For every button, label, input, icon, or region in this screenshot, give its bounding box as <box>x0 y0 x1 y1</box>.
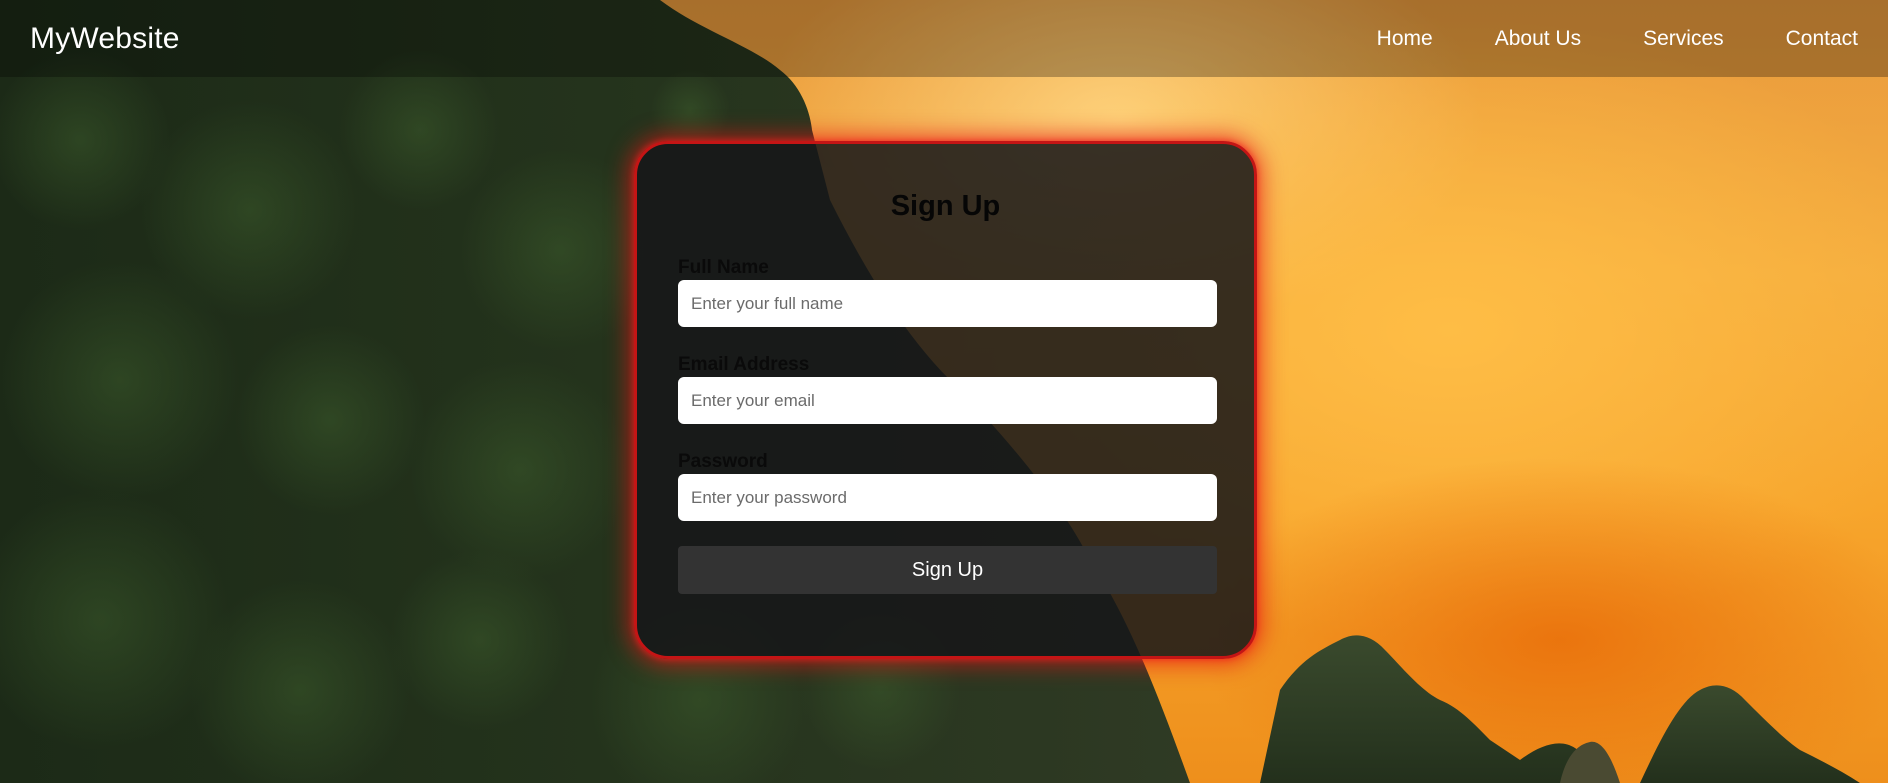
password-field-group: Password <box>678 450 1217 521</box>
password-input[interactable] <box>678 474 1217 521</box>
email-input[interactable] <box>678 377 1217 424</box>
signup-submit-button[interactable]: Sign Up <box>678 546 1217 594</box>
site-logo[interactable]: MyWebsite <box>30 22 180 56</box>
nav-link-home[interactable]: Home <box>1377 27 1433 51</box>
top-navigation-bar: MyWebsite Home About Us Services Contact <box>0 0 1888 77</box>
full-name-input[interactable] <box>678 280 1217 327</box>
full-name-label: Full Name <box>678 257 769 278</box>
password-label: Password <box>678 451 768 472</box>
nav-links: Home About Us Services Contact <box>1315 27 1858 51</box>
signup-title: Sign Up <box>890 190 1001 222</box>
full-name-field-group: Full Name <box>678 256 1217 327</box>
email-field-group: Email Address <box>678 353 1217 424</box>
signup-form-card: Sign Up Full Name Email Address Password… <box>634 141 1257 659</box>
nav-link-services[interactable]: Services <box>1643 27 1724 51</box>
email-label: Email Address <box>678 354 810 375</box>
nav-link-about-us[interactable]: About Us <box>1495 27 1581 51</box>
nav-link-contact[interactable]: Contact <box>1786 27 1858 51</box>
